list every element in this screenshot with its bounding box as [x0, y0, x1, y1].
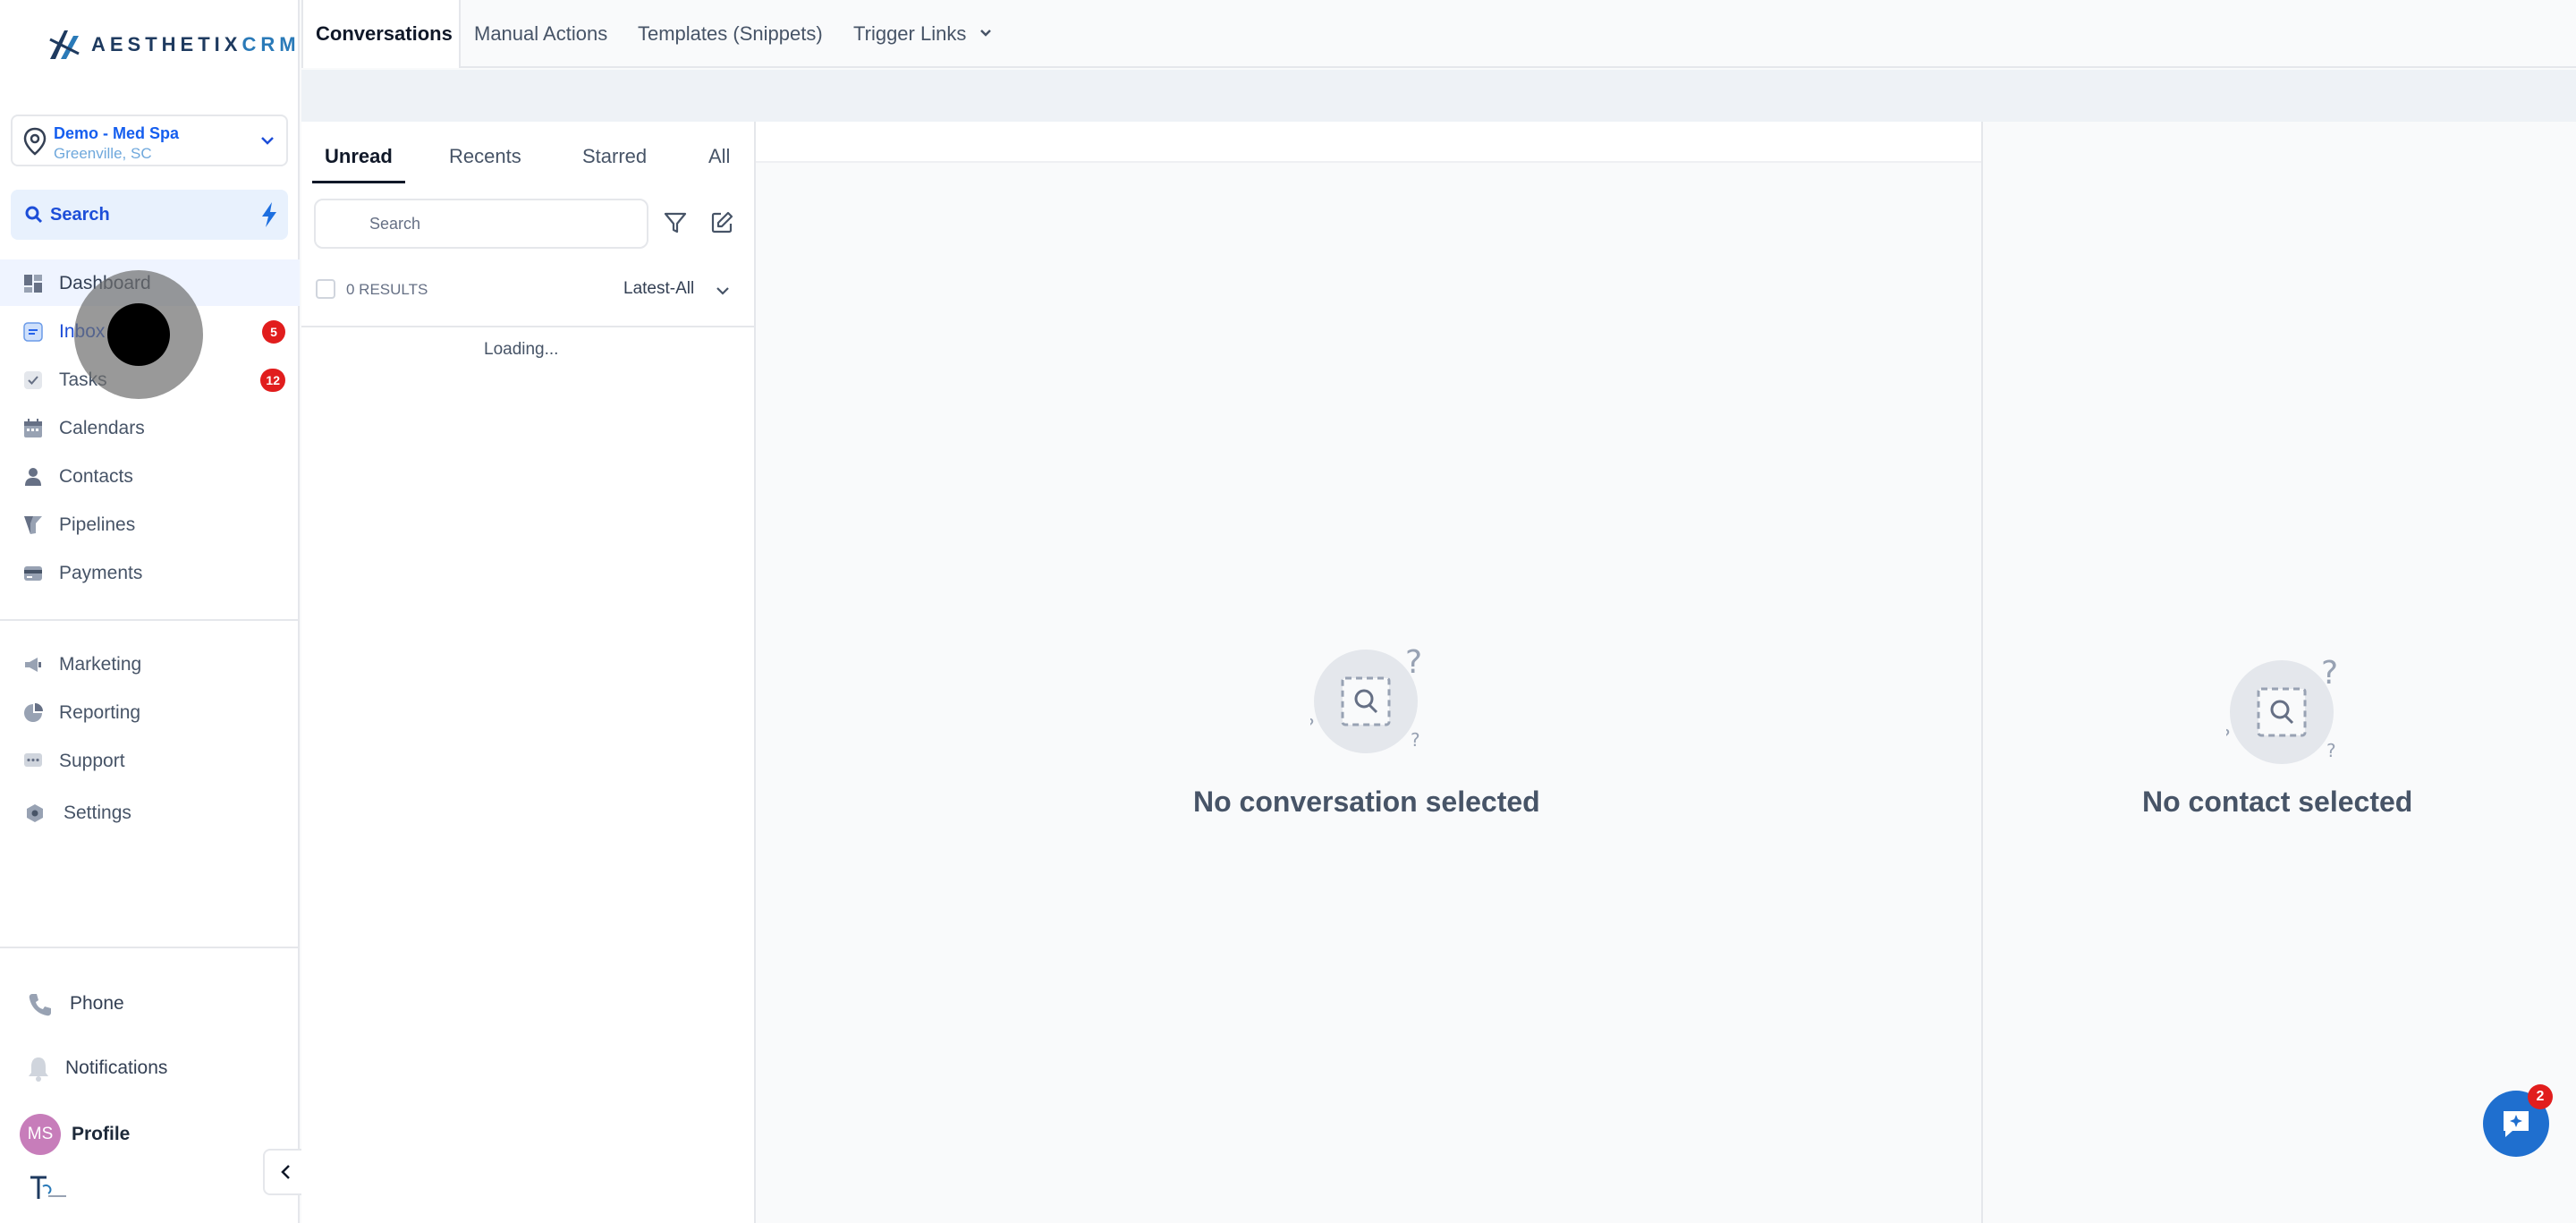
logo-text: AESTHETIXCRM — [91, 33, 301, 55]
reporting-icon — [24, 703, 43, 722]
svg-text:?: ? — [1310, 715, 1315, 736]
lightning-icon[interactable] — [259, 201, 279, 228]
sidebar-item-label: Support — [59, 751, 125, 771]
location-city: Greenville, SC — [54, 145, 152, 162]
tab-starred[interactable]: Starred — [582, 145, 647, 168]
notifications-button[interactable]: Notifications — [0, 1043, 300, 1093]
map-pin-icon — [23, 127, 47, 156]
sidebar-item-calendars[interactable]: Calendars — [0, 404, 300, 451]
svg-text:?: ? — [2226, 726, 2231, 747]
tab-manual-actions[interactable]: Manual Actions — [474, 0, 607, 68]
chat-icon — [2504, 1111, 2529, 1137]
bell-icon — [29, 1057, 48, 1082]
chevron-down-icon — [980, 30, 992, 37]
chevron-left-icon — [281, 1165, 290, 1179]
contact-details-panel: ? ? ? No contact selected — [1981, 122, 2576, 1223]
empty-conversation-icon: ? ? ? — [1310, 646, 1422, 753]
tab-conversations[interactable]: Conversations — [301, 0, 461, 68]
sidebar-item-contacts[interactable]: Contacts — [0, 453, 300, 499]
svg-text:?: ? — [2321, 657, 2338, 692]
sidebar-search[interactable]: Search — [11, 190, 288, 240]
sidebar-item-marketing[interactable]: Marketing — [0, 641, 300, 687]
conversation-area: ? ? ? No conversation selected — [756, 122, 1981, 1223]
notifications-label: Notifications — [65, 1057, 168, 1078]
loading-text: Loading... — [484, 340, 559, 359]
avatar[interactable]: MS — [20, 1114, 61, 1155]
sidebar-item-support[interactable]: Support — [0, 737, 300, 784]
dashboard-icon — [24, 275, 42, 293]
no-conversation-title: No conversation selected — [1193, 786, 1540, 818]
list-divider — [301, 326, 756, 327]
sidebar-item-label: Reporting — [59, 702, 141, 723]
sidebar-divider — [0, 619, 300, 621]
conversation-list-panel: Unread Recents Starred All Search 0 RESU… — [301, 122, 756, 1223]
sidebar-item-reporting[interactable]: Reporting — [0, 689, 300, 735]
sidebar-item-label: Contacts — [59, 466, 133, 487]
chat-unread-badge: 2 — [2528, 1084, 2553, 1109]
sidebar-item-label: Calendars — [59, 418, 145, 438]
sidebar-item-label: Marketing — [59, 654, 142, 675]
calendar-icon — [24, 419, 42, 437]
chevron-down-icon[interactable] — [715, 283, 731, 299]
brand-logo[interactable]: AESTHETIXCRM — [47, 27, 301, 63]
phone-icon — [29, 994, 51, 1016]
sort-dropdown[interactable]: Latest-All — [623, 279, 694, 299]
tasks-icon — [24, 371, 42, 389]
sidebar-item-payments[interactable]: Payments — [0, 549, 300, 596]
svg-text:?: ? — [2326, 740, 2336, 761]
location-name: Demo - Med Spa — [54, 124, 180, 142]
tab-unread[interactable]: Unread — [325, 145, 393, 168]
pipelines-icon — [24, 516, 42, 534]
select-all-checkbox[interactable] — [316, 279, 335, 299]
tab-all[interactable]: All — [708, 145, 730, 168]
sidebar-item-pipelines[interactable]: Pipelines — [0, 501, 300, 548]
sidebar-item-settings[interactable]: Settings — [0, 789, 300, 836]
inbox-count-badge: 5 — [262, 320, 285, 344]
settings-icon — [27, 804, 43, 822]
company-logo-icon — [30, 1176, 66, 1199]
search-icon — [25, 206, 43, 224]
location-switcher[interactable]: Demo - Med Spa Greenville, SC — [11, 115, 288, 166]
results-count: 0 RESULTS — [346, 281, 428, 298]
support-icon — [24, 753, 42, 767]
contacts-icon — [25, 468, 41, 486]
phone-button[interactable]: Phone — [0, 979, 300, 1029]
filter-icon[interactable] — [663, 210, 688, 235]
top-navigation: Conversations Manual Actions Templates (… — [301, 0, 2576, 68]
click-indicator — [74, 270, 203, 399]
svg-text:?: ? — [1405, 646, 1422, 681]
click-indicator-dot — [107, 303, 170, 366]
payments-icon — [24, 566, 42, 581]
sidebar-search-label: Search — [50, 205, 110, 225]
inbox-icon — [23, 322, 43, 342]
chevron-down-icon — [261, 137, 274, 145]
compose-icon[interactable] — [709, 210, 734, 235]
marketing-icon — [25, 658, 41, 672]
tasks-count-badge: 12 — [260, 369, 285, 392]
tab-recents[interactable]: Recents — [449, 145, 521, 168]
sidebar-bottom-divider — [0, 947, 300, 948]
tab-trigger-links-label: Trigger Links — [853, 22, 967, 45]
conversation-search-input[interactable]: Search — [314, 199, 648, 249]
tab-trigger-links[interactable]: Trigger Links — [853, 0, 993, 68]
logo-mark-icon — [49, 30, 80, 59]
conversation-header — [756, 122, 1981, 163]
svg-text:?: ? — [1411, 729, 1420, 751]
sub-header-bar — [301, 70, 2576, 122]
empty-contact-icon: ? ? ? — [2226, 657, 2338, 764]
active-tab-indicator — [312, 181, 405, 183]
sidebar-item-label: Settings — [64, 803, 131, 823]
no-contact-title: No contact selected — [2142, 786, 2413, 818]
conversation-search-placeholder: Search — [369, 215, 421, 233]
tab-templates-snippets[interactable]: Templates (Snippets) — [638, 0, 823, 68]
sidebar: AESTHETIXCRM Demo - Med Spa Greenville, … — [0, 0, 300, 1223]
sidebar-item-label: Payments — [59, 563, 143, 583]
profile-label[interactable]: Profile — [72, 1124, 130, 1145]
sidebar-item-label: Pipelines — [59, 514, 136, 535]
phone-label: Phone — [70, 993, 124, 1014]
